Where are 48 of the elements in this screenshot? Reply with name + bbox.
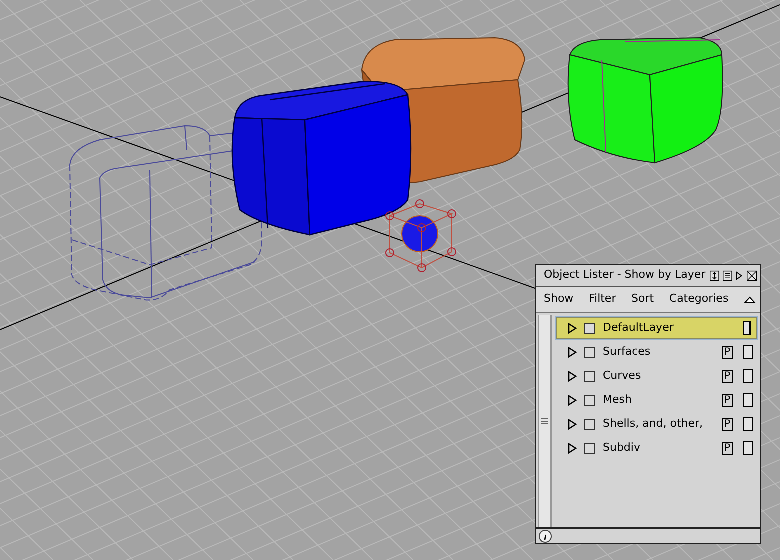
layer-name: Subdiv [603,440,642,456]
expand-arrow-icon[interactable] [568,346,578,358]
layer-flag[interactable]: P [722,394,733,406]
checkbox[interactable] [584,346,595,358]
menu-item[interactable]: Filter [588,291,616,308]
panel-title: Object Lister - Show by Layer [544,267,706,284]
layer-state-icon[interactable] [743,417,753,431]
checkbox[interactable] [584,370,595,382]
layer-row[interactable]: Surfaces P [555,340,758,364]
layer-flag[interactable]: P [722,370,733,382]
layer-flag[interactable]: P [722,442,733,454]
layer-name: DefaultLayer [603,320,675,336]
checkbox[interactable] [584,418,595,430]
layer-row[interactable]: DefaultLayer [555,316,758,340]
menu-icon[interactable] [723,268,732,282]
layer-name: Mesh [603,392,633,408]
expand-arrow-icon[interactable] [568,394,578,406]
layer-state-icon[interactable] [743,321,753,335]
play-icon[interactable] [736,270,743,282]
collapse-icon[interactable] [744,296,756,304]
checkbox[interactable] [584,442,595,454]
layer-name: Shells, and, other, [603,416,704,432]
layer-state-icon[interactable] [743,441,753,455]
resize-icon[interactable] [710,268,720,282]
layer-flag[interactable]: P [722,418,733,430]
layer-row[interactable]: Curves P [555,364,758,388]
checkbox[interactable] [584,322,595,334]
menu-item[interactable]: Show [544,291,574,308]
layer-state-icon[interactable] [743,393,753,407]
grip-icon[interactable] [541,418,548,424]
layer-state-icon[interactable] [743,345,753,359]
layer-state-icon[interactable] [743,369,753,383]
info-icon[interactable] [539,530,552,542]
layer-name: Curves [603,368,642,384]
expand-arrow-icon[interactable] [568,322,578,334]
close-icon[interactable] [746,268,757,282]
layer-flag[interactable]: P [722,346,733,358]
layer-name: Surfaces [603,344,652,360]
menu-item[interactable]: Sort [632,291,654,308]
layer-row[interactable]: Mesh P [555,388,758,412]
expand-arrow-icon[interactable] [568,418,578,430]
layer-row[interactable]: Subdiv P [555,436,758,460]
bounding-box-manipulator[interactable] [386,200,456,272]
expand-arrow-icon[interactable] [568,442,578,454]
expand-arrow-icon[interactable] [568,370,578,382]
menu-item[interactable]: Categories [669,291,729,308]
layer-row[interactable]: Shells, and, other, P [555,412,758,436]
checkbox[interactable] [584,394,595,406]
